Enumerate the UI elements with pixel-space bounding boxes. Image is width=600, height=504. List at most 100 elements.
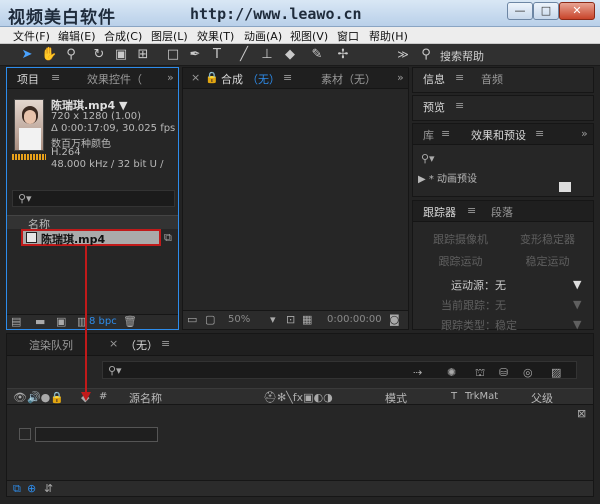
menu-help[interactable]: 帮助(H) bbox=[369, 28, 408, 44]
frame-blending-icon[interactable]: ⛁ bbox=[499, 367, 508, 379]
menu-edit[interactable]: 编辑(E) bbox=[58, 28, 96, 44]
composition-name[interactable]: （无） bbox=[247, 71, 280, 87]
track-camera-button[interactable]: 跟踪摄像机 bbox=[418, 230, 503, 249]
region-icon[interactable]: ▭ bbox=[187, 314, 197, 326]
pen-icon[interactable]: ✒ bbox=[187, 47, 203, 63]
tab-tracker[interactable]: 跟踪器 bbox=[423, 204, 456, 220]
av-features-icon[interactable]: 👁🔊●🔒 bbox=[13, 392, 64, 404]
clone-stamp-icon[interactable]: ⊥ bbox=[259, 47, 275, 63]
search-icon[interactable]: ⚲▾ bbox=[421, 153, 435, 165]
brush-icon[interactable]: ╱ bbox=[236, 47, 252, 63]
chevron-down-icon[interactable]: ▼ bbox=[573, 279, 581, 291]
tab-footage[interactable]: 素材（无） bbox=[321, 71, 376, 87]
layer-checkbox[interactable] bbox=[19, 428, 31, 440]
menu-composition[interactable]: 合成(C) bbox=[104, 28, 142, 44]
new-preset-icon[interactable] bbox=[559, 182, 571, 192]
current-track-select[interactable]: 无 bbox=[495, 297, 506, 313]
warp-stabilizer-button[interactable]: 变形稳定器 bbox=[505, 230, 590, 249]
menu-file[interactable]: 文件(F) bbox=[13, 28, 50, 44]
tab-info[interactable]: 信息 bbox=[423, 71, 445, 87]
column-t[interactable]: T bbox=[451, 391, 457, 402]
column-number[interactable]: # bbox=[99, 391, 107, 402]
tab-timeline-comp[interactable]: （无） bbox=[125, 337, 158, 353]
flowchart-icon[interactable]: ⧉ bbox=[164, 232, 172, 244]
motion-blur-icon[interactable]: ◎ bbox=[523, 367, 533, 379]
panel-overflow-icon[interactable]: » bbox=[581, 127, 588, 140]
trash-icon[interactable]: 🗑 bbox=[123, 316, 137, 328]
tab-composition[interactable]: 合成 bbox=[221, 71, 243, 87]
monitor-icon[interactable]: ▢ bbox=[205, 314, 215, 326]
bit-depth-label[interactable]: 8 bpc bbox=[89, 316, 117, 327]
layer-switches-icon[interactable]: ⛑✻╲fx▣◐◑ bbox=[263, 392, 333, 404]
zoom-level[interactable]: 50% bbox=[228, 314, 250, 325]
animation-presets-item[interactable]: ▶ * 动画预设 bbox=[418, 170, 477, 185]
panel-overflow-icon[interactable]: » bbox=[397, 71, 404, 84]
menu-effect[interactable]: 效果(T) bbox=[197, 28, 234, 44]
panel-menu-icon[interactable]: ≡ bbox=[535, 127, 544, 140]
tab-library[interactable]: 库 bbox=[423, 127, 434, 143]
tab-paragraph[interactable]: 段落 bbox=[491, 204, 513, 220]
chevron-down-icon[interactable]: ▾ bbox=[270, 314, 276, 326]
menu-layer[interactable]: 图层(L) bbox=[151, 28, 188, 44]
panel-menu-icon[interactable]: ≡ bbox=[455, 71, 464, 84]
panel-menu-icon[interactable]: ≡ bbox=[283, 71, 292, 84]
roto-brush-icon[interactable]: ✎ bbox=[309, 47, 325, 63]
tab-audio[interactable]: 音频 bbox=[481, 71, 503, 87]
layer-name-field[interactable] bbox=[35, 427, 158, 442]
column-parent[interactable]: 父级 bbox=[531, 390, 553, 406]
tab-project[interactable]: 项目 bbox=[17, 71, 39, 87]
interpret-footage-icon[interactable]: ▤ bbox=[11, 316, 21, 328]
workspace-menu-icon[interactable]: ≫ bbox=[395, 47, 411, 63]
panel-menu-icon[interactable]: ≡ bbox=[441, 127, 450, 140]
tab-render-queue[interactable]: 渲染队列 bbox=[29, 337, 73, 353]
motion-source-select[interactable]: 无 bbox=[495, 277, 506, 293]
comp-mini-flowchart-icon[interactable]: ⇢ bbox=[413, 367, 422, 379]
minimize-button[interactable]: — bbox=[507, 2, 533, 20]
snapshot-icon[interactable]: ◙ bbox=[389, 314, 400, 326]
menu-window[interactable]: 窗口 bbox=[337, 28, 359, 44]
toggle-render-time-icon[interactable]: ⇵ bbox=[44, 483, 53, 495]
close-tab-icon[interactable]: × bbox=[109, 337, 118, 350]
tab-preview[interactable]: 预览 bbox=[423, 99, 445, 115]
pan-behind-icon[interactable]: ⊞ bbox=[135, 47, 151, 63]
panel-menu-icon[interactable]: ≡ bbox=[51, 71, 60, 84]
column-source-name[interactable]: 源名称 bbox=[129, 390, 162, 406]
draft-3d-icon[interactable]: ✺ bbox=[447, 367, 456, 379]
hand-icon[interactable]: ✋ bbox=[41, 47, 57, 63]
track-motion-button[interactable]: 跟踪运动 bbox=[418, 252, 503, 271]
column-trkmat[interactable]: TrkMat bbox=[465, 391, 498, 402]
select-arrow-icon[interactable]: ➤ bbox=[19, 47, 35, 63]
panel-menu-icon[interactable]: ≡ bbox=[161, 337, 170, 350]
current-timecode[interactable]: 0:00:00:00 bbox=[327, 314, 382, 325]
stabilize-motion-button[interactable]: 稳定运动 bbox=[505, 252, 590, 271]
puppet-icon[interactable]: ✢ bbox=[335, 47, 351, 63]
grid-icon[interactable]: ▦ bbox=[302, 314, 312, 326]
lock-icon[interactable]: 🔒 bbox=[205, 71, 219, 84]
chevron-down-icon[interactable]: ▼ bbox=[573, 319, 581, 331]
text-icon[interactable]: T bbox=[209, 47, 225, 63]
track-type-select[interactable]: 稳定 bbox=[495, 317, 517, 333]
chevron-down-icon[interactable]: ▼ bbox=[573, 299, 581, 311]
project-item-row[interactable]: 陈瑞琪.mp4 bbox=[21, 229, 161, 246]
menu-view[interactable]: 视图(V) bbox=[290, 28, 328, 44]
camera-icon[interactable]: ▣ bbox=[113, 47, 129, 63]
maximize-button[interactable]: □ bbox=[533, 2, 559, 20]
new-comp-icon[interactable]: ▣ bbox=[56, 316, 66, 328]
menu-animation[interactable]: 动画(A) bbox=[244, 28, 282, 44]
shy-layers-icon[interactable]: ⛫ bbox=[475, 367, 485, 379]
eraser-icon[interactable]: ◆ bbox=[282, 47, 298, 63]
close-button[interactable]: ✕ bbox=[559, 2, 595, 20]
panel-overflow-icon[interactable]: » bbox=[167, 71, 174, 84]
close-tab-icon[interactable]: × bbox=[191, 71, 200, 84]
toggle-modes-icon[interactable]: ⊕ bbox=[27, 483, 36, 495]
comp-button-icon[interactable]: ⊠ bbox=[577, 408, 586, 420]
safe-margins-icon[interactable]: ⊡ bbox=[286, 314, 295, 326]
search-help-label[interactable]: 搜索帮助 bbox=[440, 48, 484, 64]
panel-menu-icon[interactable]: ≡ bbox=[467, 204, 476, 217]
rotate-icon[interactable]: ↻ bbox=[91, 47, 107, 63]
zoom-icon[interactable]: ⚲ bbox=[63, 47, 79, 63]
column-mode[interactable]: 模式 bbox=[385, 390, 407, 406]
project-search-input[interactable]: ⚲▾ bbox=[12, 190, 175, 207]
tab-effect-controls[interactable]: 效果控件（ bbox=[87, 71, 142, 87]
graph-editor-icon[interactable]: ▨ bbox=[551, 367, 561, 379]
